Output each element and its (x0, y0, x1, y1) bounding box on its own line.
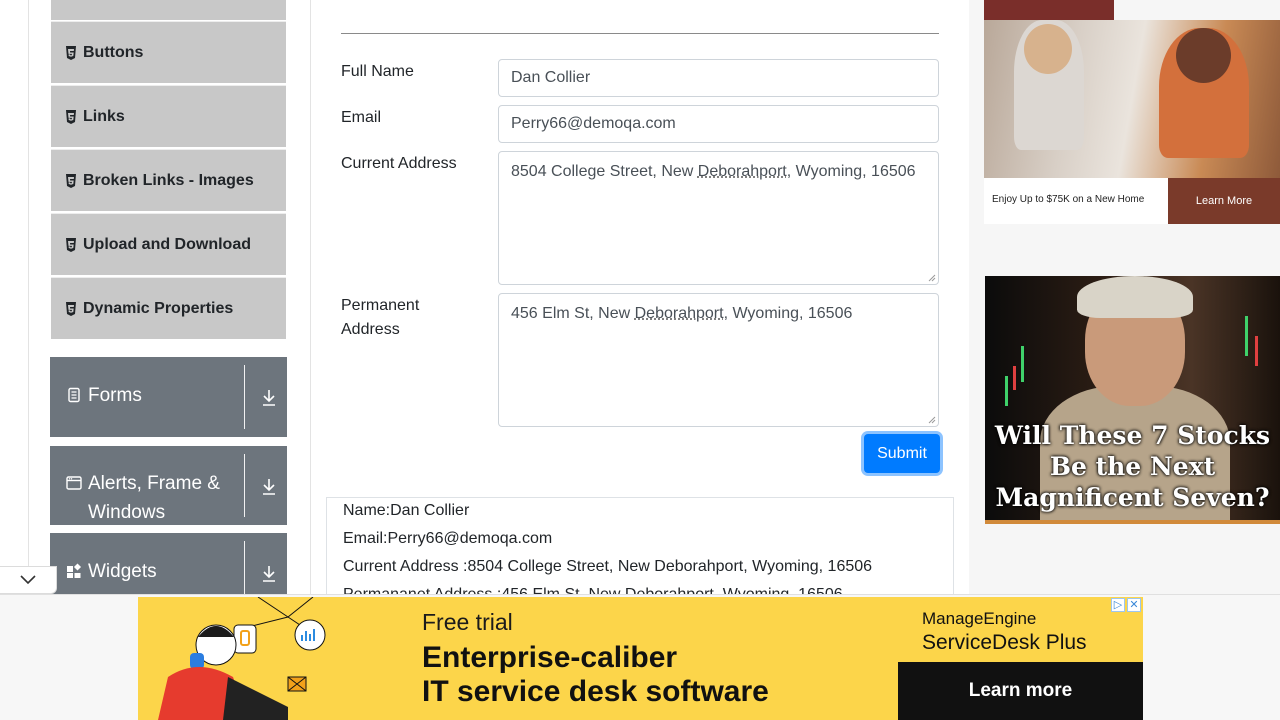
html5-icon (66, 237, 76, 252)
email-label: Email (341, 109, 382, 126)
ad-kicker: Free trial (422, 609, 513, 635)
output-name: Name:Dan Collier (343, 502, 470, 519)
sidebar-item-partial[interactable] (51, 0, 286, 20)
group-label: Alerts, Frame & (88, 473, 220, 494)
group-label: Widgets (88, 561, 157, 582)
ad-choices[interactable]: ▷ ✕ (1111, 598, 1141, 612)
ad-headline-line1: Will These 7 Stocks (994, 421, 1271, 450)
group-separator (244, 541, 245, 595)
group-separator (244, 365, 245, 429)
group-title: Alerts, Frame & Windows (66, 469, 220, 527)
sidebar-item-label: Dynamic Properties (83, 299, 234, 317)
ad-headline-1: Enterprise-caliber (422, 641, 678, 674)
ad-headline-line3: Magnificent Seven? (995, 483, 1270, 512)
ad-candle (1255, 336, 1258, 366)
download-arrow-icon[interactable] (261, 565, 277, 583)
ad-home-loan[interactable]: Enjoy Up to $75K on a New Home Learn Mor… (984, 0, 1280, 224)
ad-person-right-head (1176, 28, 1231, 83)
widgets-icon (67, 563, 82, 578)
collapse-ad-tab[interactable] (0, 566, 57, 594)
permanent-address-label-line2: Address (341, 321, 400, 338)
ad-caption: Enjoy Up to $75K on a New Home (992, 194, 1145, 205)
group-label: Forms (88, 385, 142, 406)
sidebar-item-buttons[interactable]: Buttons (51, 21, 286, 83)
form-top-divider (341, 33, 939, 34)
group-title: Widgets (66, 557, 157, 586)
output-current-address: Current Address :8504 College Street, Ne… (343, 558, 873, 575)
resize-handle-icon[interactable] (928, 274, 936, 282)
output-panel: Name:Dan Collier Email:Perry66@demoqa.co… (326, 497, 954, 607)
sidebar-item-links[interactable]: Links (51, 85, 286, 147)
full-name-label: Full Name (341, 63, 414, 80)
html5-icon (66, 173, 76, 188)
sidebar-group-alerts[interactable]: Alerts, Frame & Windows (50, 446, 287, 525)
sidebar-item-dynamic-properties[interactable]: Dynamic Properties (51, 277, 286, 339)
adchoices-icon[interactable]: ▷ (1111, 598, 1125, 612)
download-arrow-icon[interactable] (261, 389, 277, 407)
sidebar-divider (310, 0, 311, 600)
permanent-address-textarea[interactable]: 456 Elm St, New Deborahport, Wyoming, 16… (498, 293, 939, 427)
page: Buttons Links Broken Links - Images Uplo… (0, 0, 1280, 720)
sidebar-group-forms[interactable]: Forms (50, 357, 287, 437)
ad-learn-more-button[interactable]: Learn More (1168, 178, 1280, 224)
ad-top-band (984, 0, 1114, 20)
sidebar-item-label: Buttons (83, 43, 144, 61)
ad-caption-bar: Enjoy Up to $75K on a New Home Learn Mor… (984, 178, 1280, 224)
current-address-label: Current Address (341, 155, 457, 172)
download-arrow-icon[interactable] (261, 478, 277, 496)
sidebar-item-broken-links[interactable]: Broken Links - Images (51, 149, 286, 211)
sidebar-item-upload-download[interactable]: Upload and Download (51, 213, 286, 275)
ad-candle (1013, 366, 1016, 390)
html5-icon (66, 45, 76, 60)
permanent-address-text-post: , Wyoming, 16506 (723, 305, 853, 322)
full-name-field[interactable]: Dan Collier (498, 59, 939, 97)
ad-candle (1005, 376, 1008, 406)
current-address-text-spellcheck: Deborahport (697, 163, 787, 180)
submit-button[interactable]: Submit (864, 434, 940, 473)
sidebar-item-label: Broken Links - Images (83, 171, 254, 189)
ad-headline-line2: Be the Next (1049, 452, 1216, 481)
ad-learn-more-button[interactable]: Learn more (898, 662, 1143, 720)
permanent-address-text-spellcheck: Deborahport (634, 305, 724, 322)
ad-headline-2: IT service desk software (422, 675, 769, 708)
ad-brand-servicedesk: ServiceDesk Plus (922, 631, 1087, 654)
ad-stocks[interactable]: Will These 7 Stocks Be the Next Magnific… (985, 276, 1280, 524)
sidebar-group-widgets[interactable]: Widgets (50, 533, 287, 603)
ad-illustration (158, 597, 326, 720)
html5-icon (66, 301, 76, 316)
bottom-ad-servicedesk[interactable]: Free trial Enterprise-caliber IT service… (138, 597, 1143, 720)
resize-handle-icon[interactable] (928, 416, 936, 424)
permanent-address-label-line1: Permanent (341, 297, 420, 314)
email-field[interactable]: Perry66@demoqa.com (498, 105, 939, 143)
ad-person-left-head (1024, 24, 1072, 74)
group-title: Forms (66, 381, 142, 410)
current-address-textarea[interactable]: 8504 College Street, New Deborahport, Wy… (498, 151, 939, 285)
current-address-text-post: , Wyoming, 16506 (786, 163, 916, 180)
ad-person-hair (1077, 276, 1193, 318)
group-separator (244, 454, 245, 517)
group-label-line2: Windows (88, 502, 166, 523)
ad-candle (1245, 316, 1248, 356)
html5-icon (66, 109, 76, 124)
output-email: Email:Perry66@demoqa.com (343, 530, 553, 547)
window-icon (66, 476, 82, 490)
group-label-wrap: Alerts, Frame & Windows (88, 469, 220, 527)
close-icon[interactable]: ✕ (1127, 598, 1141, 612)
ad-candle (1021, 346, 1024, 382)
ad-headline: Will These 7 Stocks Be the Next Magnific… (985, 420, 1280, 513)
sidebar-item-label: Upload and Download (83, 235, 251, 253)
left-divider (28, 0, 29, 600)
document-icon (68, 387, 80, 403)
ad-brand-manageengine: ManageEngine (922, 609, 1037, 628)
chevron-down-icon (20, 575, 36, 585)
current-address-text-pre: 8504 College Street, New (511, 163, 698, 180)
sidebar-item-label: Links (83, 107, 125, 125)
permanent-address-label: Permanent Address (341, 294, 419, 342)
permanent-address-text-pre: 456 Elm St, New (511, 305, 635, 322)
